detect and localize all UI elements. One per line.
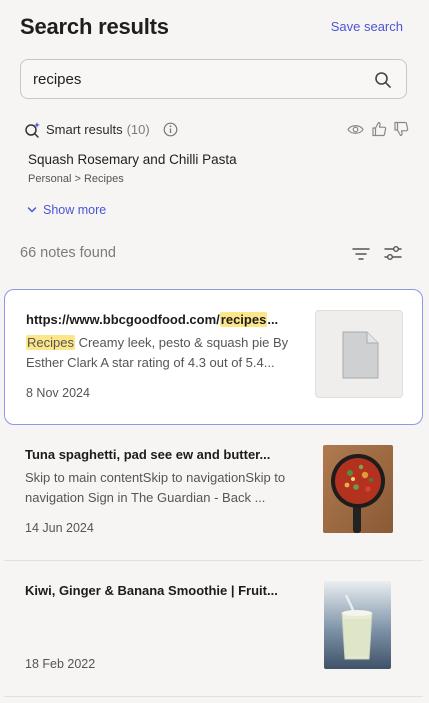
show-more-button[interactable]: Show more [27,203,106,217]
show-more-label: Show more [43,203,107,217]
sort-icon[interactable] [351,245,371,263]
filter-icon[interactable] [384,244,402,262]
note-thumbnail [323,445,393,533]
divider [4,696,423,697]
note-date: 8 Nov 2024 [26,386,90,400]
note-title: Kiwi, Ginger & Banana Smoothie | Fruit..… [25,583,278,598]
note-date: 14 Jun 2024 [25,521,94,535]
smart-results-count: (10) [126,122,150,137]
note-card[interactable]: Kiwi, Ginger & Banana Smoothie | Fruit..… [4,561,423,697]
smart-result-item[interactable]: Squash Rosemary and Chilli Pasta Persona… [28,152,409,185]
search-input[interactable] [33,60,353,98]
note-snippet: Skip to main contentSkip to navigationSk… [25,470,286,505]
info-icon[interactable] [163,122,178,137]
smart-search-icon [25,122,40,138]
save-search-link[interactable]: Save search [331,19,403,34]
smart-result-title[interactable]: Squash Rosemary and Chilli Pasta [28,152,409,167]
eye-icon[interactable] [347,122,364,137]
note-snippet [25,604,297,644]
note-title: https://www.bbcgoodfood.com/recipes... [26,312,279,327]
search-box[interactable] [20,59,407,99]
search-highlight: recipes [219,312,268,327]
smart-result-path: Personal > Recipes [28,173,124,185]
note-card[interactable]: Tuna spaghetti, pad see ew and butter...… [4,425,423,561]
notes-count: 66 notes found [20,245,116,261]
page-title: Search results [20,14,169,39]
note-card[interactable]: https://www.bbcgoodfood.com/recipes... R… [4,289,423,425]
note-thumbnail [324,581,391,669]
note-date: 18 Feb 2022 [25,657,96,671]
document-icon [342,331,379,379]
chevron-down-icon [27,207,37,213]
note-snippet: Recipes Creamy leek, pesto & squash pie … [26,335,289,370]
smart-results-header: Smart results (10) [24,119,409,141]
thumbs-down-icon[interactable] [393,121,409,137]
note-thumbnail [315,310,403,398]
search-highlight: Recipes [26,335,75,350]
note-title: Tuna spaghetti, pad see ew and butter... [25,447,271,462]
skillet-dish-photo [323,445,393,533]
smart-results-label: Smart results (10) [46,122,150,137]
header: Search results Save search [20,14,403,44]
search-icon[interactable] [374,71,392,89]
thumbs-up-icon[interactable] [371,121,387,137]
smoothie-glass-photo [324,581,391,669]
